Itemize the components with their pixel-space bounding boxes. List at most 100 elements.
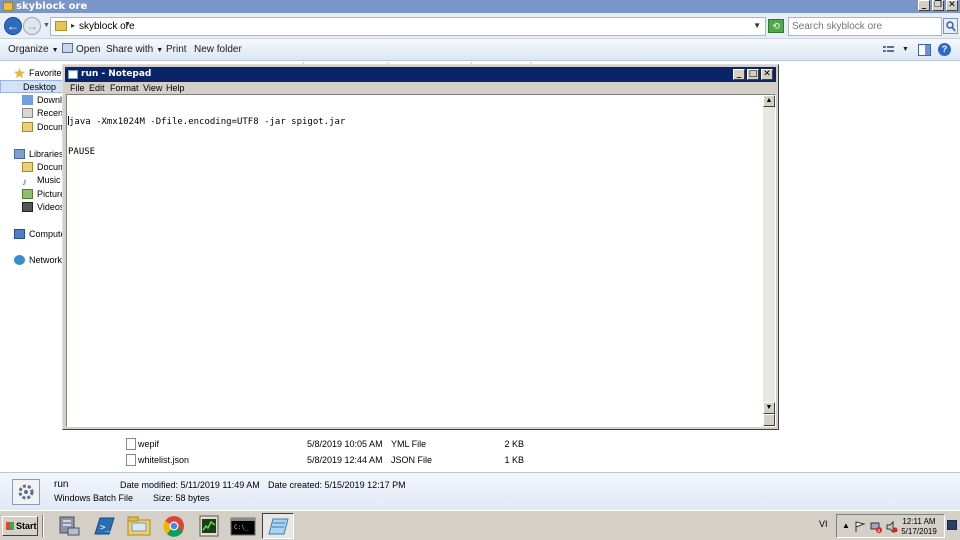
start-button[interactable]: Start	[2, 516, 38, 536]
notepad-text-area[interactable]: java -Xmx1024M -Dfile.encoding=UTF8 -jar…	[66, 94, 776, 427]
address-row: ← → ▼ ▸ skyblock ore ▼ ▼ ⟲	[0, 13, 960, 39]
vertical-scrollbar[interactable]: ▲ ▼	[763, 95, 775, 426]
nav-pictures[interactable]: Pictures	[22, 188, 64, 201]
help-icon[interactable]: ?	[938, 43, 951, 56]
search-button[interactable]	[943, 18, 958, 34]
nav-network[interactable]: Network	[14, 254, 62, 267]
new-folder-label: New folder	[194, 44, 242, 55]
address-bar[interactable]: ▸ skyblock ore ▼ ▼	[50, 17, 766, 36]
organize-button[interactable]: Organize ▼	[8, 43, 59, 58]
file-type: YML File	[391, 439, 427, 449]
explorer-caption-buttons: _ ❐ ✕	[918, 0, 958, 11]
notepad-minimize-button[interactable]: _	[733, 69, 745, 80]
share-with-button[interactable]: Share with ▼	[106, 43, 163, 58]
nav-favorites[interactable]: Favorites	[14, 67, 66, 80]
menu-file[interactable]: File	[70, 82, 85, 94]
nav-documents-fav[interactable]: Documents	[22, 121, 64, 134]
change-view-icon[interactable]	[882, 44, 895, 56]
nav-recent[interactable]: Recent	[22, 107, 64, 120]
file-row[interactable]: wepif 5/8/2019 10:05 AM YML File 2 KB	[112, 437, 960, 451]
nav-downloads[interactable]: Downloads	[22, 94, 64, 107]
nav-favorites-label: Favorites	[29, 68, 67, 78]
nav-libraries-label: Libraries	[29, 149, 64, 159]
network-status-icon[interactable]: x	[870, 521, 882, 533]
show-desktop-button[interactable]	[947, 520, 957, 530]
language-indicator[interactable]: VI	[819, 519, 828, 529]
notepad-icon[interactable]	[262, 513, 294, 539]
refresh-button[interactable]: ⟲	[768, 19, 784, 33]
nav-desktop[interactable]: Desktop	[0, 80, 70, 93]
close-button[interactable]: ✕	[946, 0, 958, 11]
nav-videos-label: Videos	[37, 202, 64, 212]
file-name: wepif	[138, 439, 160, 449]
search-box[interactable]	[788, 17, 942, 36]
action-center-flag-icon[interactable]	[854, 521, 866, 533]
history-dropdown-icon[interactable]: ▼	[43, 22, 50, 29]
clock-time: 12:11 AM	[902, 517, 936, 526]
menu-view[interactable]: View	[143, 82, 162, 94]
minimize-button[interactable]: _	[918, 0, 930, 11]
nav-libraries[interactable]: Libraries	[14, 148, 64, 161]
nav-documents[interactable]: Documents	[22, 161, 64, 174]
print-button[interactable]: Print	[166, 43, 187, 57]
folder-icon	[3, 2, 13, 11]
new-folder-button[interactable]: New folder	[194, 43, 242, 57]
organize-label: Organize	[8, 44, 49, 55]
clock[interactable]: 12:11 AM 5/17/2019	[897, 517, 941, 537]
music-icon: ♪	[22, 177, 27, 188]
details-size: Size: 58 bytes	[153, 493, 210, 503]
notepad-maximize-button[interactable]: □	[747, 69, 759, 80]
scroll-down-icon[interactable]: ▼	[763, 402, 775, 414]
nav-downloads-label: Downloads	[37, 95, 64, 105]
nav-music[interactable]: ♪ Music	[22, 174, 64, 187]
search-input[interactable]	[792, 19, 942, 34]
file-date: 5/8/2019 10:05 AM	[307, 439, 383, 449]
file-type: JSON File	[391, 455, 433, 465]
nav-computer[interactable]: Computer	[14, 228, 69, 241]
notepad-text[interactable]: java -Xmx1024M -Dfile.encoding=UTF8 -jar…	[68, 96, 762, 177]
view-options-chevron-icon[interactable]: ▼	[902, 43, 909, 57]
notepad-close-button[interactable]: ✕	[761, 69, 773, 80]
back-button[interactable]: ←	[4, 17, 22, 35]
scroll-up-icon[interactable]: ▲	[763, 95, 775, 107]
documents-icon	[22, 162, 33, 172]
file-list: wepif 5/8/2019 10:05 AM YML File 2 KB wh…	[112, 425, 960, 472]
server-manager-icon[interactable]	[53, 513, 85, 539]
system-tray: ▲ x 12:11 AM 5/17/2019	[836, 514, 945, 538]
preview-pane-icon[interactable]	[918, 44, 931, 56]
file-date: 5/8/2019 12:44 AM	[307, 455, 383, 465]
json-file-icon	[126, 454, 136, 466]
cmd-icon[interactable]: C:\_	[227, 513, 259, 539]
chevron-right-icon[interactable]: ▸	[71, 21, 75, 30]
task-manager-icon[interactable]	[193, 513, 225, 539]
forward-button[interactable]: →	[23, 17, 41, 35]
menu-format[interactable]: Format	[110, 82, 139, 94]
nav-pictures-label: Pictures	[37, 189, 64, 199]
chevron-down-icon[interactable]: ▼	[124, 21, 131, 28]
file-name: whitelist.json	[138, 455, 190, 465]
file-explorer-icon[interactable]	[123, 513, 155, 539]
star-icon	[14, 68, 25, 78]
powershell-icon[interactable]: >_	[88, 513, 120, 539]
notepad-titlebar[interactable]: run - Notepad _ □ ✕	[65, 67, 776, 82]
details-file-name: run	[54, 479, 69, 490]
start-flag-icon	[6, 522, 14, 530]
size-grip[interactable]	[763, 414, 775, 426]
taskbar: Start >_ C:\_ VI ▲ x 12:11 AM 5/17/2019	[0, 510, 960, 540]
chrome-icon[interactable]	[158, 513, 190, 539]
show-hidden-icons-icon[interactable]: ▲	[842, 521, 850, 530]
nav-videos[interactable]: Videos	[22, 201, 64, 214]
menu-edit[interactable]: Edit	[89, 82, 105, 94]
menu-help[interactable]: Help	[166, 82, 185, 94]
notepad-caption-buttons: _ □ ✕	[733, 69, 773, 80]
open-button[interactable]: Open	[62, 43, 100, 57]
address-dropdown-icon[interactable]: ▼	[753, 21, 761, 30]
open-label: Open	[76, 44, 101, 55]
file-row[interactable]: whitelist.json 5/8/2019 12:44 AM JSON Fi…	[112, 453, 960, 467]
svg-text:>_: >_	[100, 523, 111, 533]
search-icon	[946, 21, 956, 32]
notepad-icon	[68, 70, 78, 79]
taskbar-separator	[42, 515, 44, 537]
restore-button[interactable]: ❐	[932, 0, 944, 11]
pictures-icon	[22, 189, 33, 199]
